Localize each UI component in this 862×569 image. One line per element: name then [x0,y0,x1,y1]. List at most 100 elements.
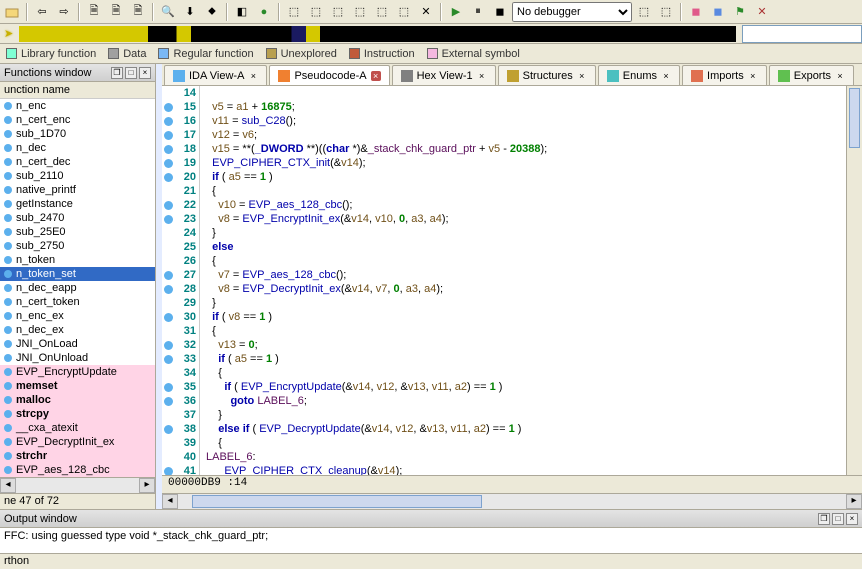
db2-icon[interactable]: ⬚ [656,2,676,22]
breakpoint-slot[interactable] [162,156,174,170]
code-line[interactable]: { [200,366,862,380]
tool3-icon[interactable]: ⬚ [328,2,348,22]
breakpoint-slot[interactable] [162,324,174,338]
tab-exports[interactable]: Exports× [769,65,854,85]
tab-pseudocode-a[interactable]: Pseudocode-A× [269,65,389,85]
code-line[interactable]: { [200,254,862,268]
code-line[interactable]: v8 = EVP_DecryptInit_ex(&v14, v7, 0, a3,… [200,282,862,296]
color1-icon[interactable]: ◼ [686,2,706,22]
tab-enums[interactable]: Enums× [598,65,680,85]
scroll-right-icon[interactable]: ▸ [139,478,155,493]
open-icon[interactable] [2,2,22,22]
code-line[interactable]: { [200,184,862,198]
function-item[interactable]: n_token [0,253,155,267]
code-line[interactable]: v11 = sub_C28(); [200,114,862,128]
function-item[interactable]: n_enc [0,99,155,113]
tab-close-icon[interactable]: × [248,71,258,81]
code-line[interactable]: } [200,226,862,240]
function-item[interactable]: n_enc_ex [0,309,155,323]
tab-close-icon[interactable]: × [835,71,845,81]
function-item[interactable]: sub_2470 [0,211,155,225]
tab-ida-view-a[interactable]: IDA View-A× [164,65,267,85]
function-item[interactable]: __cxa_atexit [0,421,155,435]
code-line[interactable] [200,86,862,100]
tab-imports[interactable]: Imports× [682,65,767,85]
function-item[interactable]: EVP_EncryptUpdate [0,365,155,379]
tab-hex-view-1[interactable]: Hex View-1× [392,65,496,85]
function-item[interactable]: n_token_set [0,267,155,281]
doc3-icon[interactable]: 🗎 [128,2,148,22]
code-line[interactable]: { [200,436,862,450]
doc2-icon[interactable]: 🗎 [106,2,126,22]
hscroll-right-icon[interactable]: ▸ [846,494,862,509]
forward-icon[interactable]: ⇨ [54,2,74,22]
tool5-icon[interactable]: ⬚ [372,2,392,22]
code-line[interactable]: else if ( EVP_DecryptUpdate(&v14, v12, &… [200,422,862,436]
code-body[interactable]: v5 = a1 + 16875; v11 = sub_C28(); v12 = … [200,86,862,475]
breakpoint-slot[interactable] [162,198,174,212]
back-icon[interactable]: ⇦ [32,2,52,22]
functions-list[interactable]: n_encn_cert_encsub_1D70n_decn_cert_decsu… [0,99,155,477]
breakpoint-slot[interactable] [162,100,174,114]
breakpoint-slot[interactable] [162,282,174,296]
tab-close-icon[interactable]: × [577,71,587,81]
breakpoint-slot[interactable] [162,268,174,282]
code-hscroll[interactable]: ◂ ▸ [162,493,862,509]
tool4-icon[interactable]: ⬚ [350,2,370,22]
function-item[interactable]: memset [0,379,155,393]
code-line[interactable]: EVP_CIPHER_CTX_cleanup(&v14); [200,464,862,475]
tool2-icon[interactable]: ⬚ [306,2,326,22]
pause-icon[interactable]: ⏸ [468,2,488,22]
doc-icon[interactable]: 🗎 [84,2,104,22]
stop-icon[interactable]: ◼ [490,2,510,22]
panel-close-icon[interactable]: × [139,67,151,79]
function-item[interactable]: n_cert_dec [0,155,155,169]
bottom-tab[interactable]: rthon [0,553,862,569]
highlight-icon[interactable]: ⬥ [202,2,222,22]
tool1-icon[interactable]: ⬚ [284,2,304,22]
code-line[interactable]: EVP_CIPHER_CTX_init(&v14); [200,156,862,170]
address-input[interactable] [742,25,862,43]
breakpoint-slot[interactable] [162,352,174,366]
tab-structures[interactable]: Structures× [498,65,596,85]
output-body[interactable]: FFC: using guessed type void *_stack_chk… [0,528,862,553]
code-line[interactable]: if ( v8 == 1 ) [200,310,862,324]
code-line[interactable]: goto LABEL_6; [200,394,862,408]
code-vscroll[interactable] [846,86,862,475]
function-item[interactable]: getInstance [0,197,155,211]
hscroll-left-icon[interactable]: ◂ [162,494,178,509]
breakpoint-slot[interactable] [162,240,174,254]
panel-restore-icon[interactable]: ❐ [111,67,123,79]
tab-close-icon[interactable]: × [477,71,487,81]
function-item[interactable]: sub_1D70 [0,127,155,141]
out-restore-icon[interactable]: ❐ [818,513,830,525]
code-line[interactable]: else [200,240,862,254]
code-line[interactable]: { [200,324,862,338]
function-item[interactable]: JNI_OnUnload [0,351,155,365]
function-item[interactable]: strchr [0,449,155,463]
flag-icon[interactable]: ⚑ [730,2,750,22]
code-line[interactable]: } [200,296,862,310]
function-item[interactable]: n_cert_enc [0,113,155,127]
breakpoint-slot[interactable] [162,338,174,352]
cancel-icon[interactable]: ✕ [416,2,436,22]
function-item[interactable]: EVP_DecryptInit_ex [0,435,155,449]
code-area[interactable]: 1415161718192021222324252627282930313233… [162,86,862,475]
close2-icon[interactable]: ✕ [752,2,772,22]
breakpoint-slot[interactable] [162,142,174,156]
function-item[interactable]: sub_25E0 [0,225,155,239]
code-line[interactable]: LABEL_6: [200,450,862,464]
color2-icon[interactable]: ◼ [708,2,728,22]
breakpoint-slot[interactable] [162,86,174,100]
function-item[interactable]: EVP_aes_128_cbc [0,463,155,477]
code-line[interactable]: v15 = **(_DWORD **)((char *)&_stack_chk_… [200,142,862,156]
find-icon[interactable]: 🔍 [158,2,178,22]
debugger-select[interactable]: No debugger [512,2,632,22]
function-item[interactable]: sub_2750 [0,239,155,253]
function-item[interactable]: JNI_OnLoad [0,337,155,351]
breakpoint-slot[interactable] [162,226,174,240]
breakpoint-slot[interactable] [162,450,174,464]
breakpoint-slot[interactable] [162,380,174,394]
code-line[interactable]: v10 = EVP_aes_128_cbc(); [200,198,862,212]
breakpoint-slot[interactable] [162,212,174,226]
